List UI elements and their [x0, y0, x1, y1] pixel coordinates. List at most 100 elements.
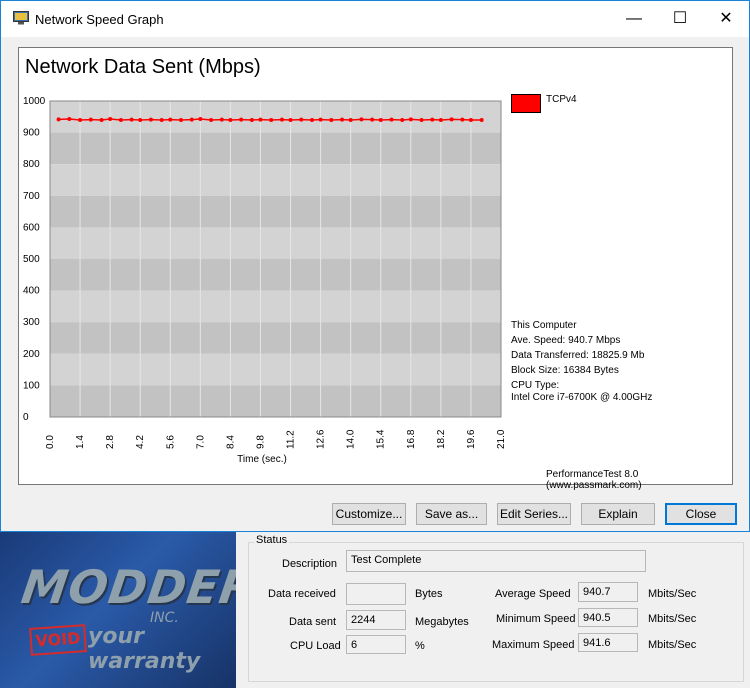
- data-sent-field: 2244: [346, 610, 406, 630]
- data-point: [389, 117, 394, 122]
- data-point: [67, 117, 72, 122]
- data-point: [88, 117, 93, 122]
- edit-series-button[interactable]: Edit Series...: [497, 503, 571, 525]
- cpu-load-label: CPU Load: [290, 640, 341, 652]
- plot-band: [50, 259, 501, 291]
- plot-band: [50, 227, 501, 259]
- x-tick-label: 4.2: [135, 435, 146, 449]
- close-button[interactable]: Close: [665, 503, 737, 525]
- maximum-speed-field: 941.6: [578, 633, 638, 652]
- network-speed-graph-window: Network Speed Graph — ☐ ✕ Network Data S…: [0, 0, 750, 532]
- y-tick-label: 1000: [23, 96, 46, 107]
- x-axis-label: Time (sec.): [237, 454, 287, 465]
- data-received-label: Data received: [268, 588, 336, 600]
- data-point: [479, 117, 484, 122]
- average-speed-unit: Mbits/Sec: [648, 588, 697, 600]
- y-tick-label: 300: [23, 317, 40, 328]
- explain-button[interactable]: Explain: [581, 503, 655, 525]
- data-point: [258, 117, 263, 122]
- data-point: [438, 117, 443, 122]
- description-field: Test Complete: [346, 550, 646, 572]
- x-tick-label: 15.4: [376, 429, 387, 449]
- y-tick-label: 800: [23, 159, 40, 170]
- data-point: [299, 117, 304, 122]
- x-tick-label: 5.6: [165, 435, 176, 449]
- stats-line: Data Transferred: 18825.9 Mb: [511, 350, 645, 361]
- x-tick-label: 9.8: [255, 435, 266, 449]
- speed-chart: 100090080070060050040030020010000.0 1.4 2.…: [23, 96, 507, 465]
- data-point: [460, 117, 465, 122]
- stats-line: Block Size: 16384 Bytes: [511, 365, 619, 376]
- y-tick-label: 700: [23, 191, 40, 202]
- data-point: [468, 117, 473, 122]
- data-point: [189, 117, 194, 122]
- data-point: [430, 117, 435, 122]
- close-window-button[interactable]: ✕: [703, 1, 749, 37]
- data-point: [138, 117, 143, 122]
- data-point: [159, 117, 164, 122]
- data-point: [288, 117, 293, 122]
- cpu-load-field: 6: [346, 635, 406, 654]
- data-point: [179, 117, 184, 122]
- data-point: [359, 117, 364, 122]
- customize-button[interactable]: Customize...: [332, 503, 406, 525]
- y-tick-label: 600: [23, 222, 40, 233]
- x-tick-label: 18.2: [436, 429, 447, 449]
- x-tick-label: 2.8: [105, 435, 116, 449]
- data-point: [310, 117, 315, 122]
- data-sent-label: Data sent: [289, 616, 337, 628]
- x-tick-label: 8.4: [225, 435, 236, 449]
- x-tick-label: 11.2: [286, 430, 297, 449]
- stats-line: This Computer: [511, 320, 577, 331]
- data-point: [408, 117, 413, 122]
- data-point: [129, 117, 134, 122]
- y-tick-label: 200: [23, 349, 40, 360]
- save-as-button[interactable]: Save as...: [416, 503, 487, 525]
- maximize-button[interactable]: ☐: [657, 1, 703, 37]
- x-tick-label: 7.0: [195, 435, 206, 449]
- x-tick-label: 19.6: [466, 429, 477, 449]
- plot-band: [50, 322, 501, 354]
- data-point: [99, 117, 104, 122]
- data-point: [449, 117, 454, 122]
- watermark-void-stamp: VOID: [29, 624, 87, 656]
- average-speed-field: 940.7: [578, 582, 638, 602]
- minimize-button[interactable]: —: [611, 1, 657, 37]
- status-legend: Status: [254, 534, 290, 546]
- x-tick-label: 0.0: [45, 435, 56, 449]
- x-tick-label: 16.8: [406, 429, 417, 449]
- window-title: Network Speed Graph: [35, 12, 164, 27]
- minimum-speed-label: Minimum Speed: [496, 613, 576, 625]
- graph-panel: Network Data Sent (Mbps) 1000 900 800 700 60…: [18, 47, 733, 491]
- watermark-tagline: your warranty: [88, 624, 201, 674]
- data-point: [108, 117, 113, 122]
- data-point: [279, 117, 284, 122]
- plot-band: [50, 385, 501, 417]
- title-bar[interactable]: Network Speed Graph — ☐ ✕: [1, 1, 749, 37]
- test-stats: This Computer Ave. Speed: 940.7 Mbps Dat…: [511, 318, 652, 404]
- plot-band: [50, 195, 501, 228]
- data-point: [269, 117, 274, 122]
- y-tick-label: 500: [23, 254, 40, 265]
- data-point: [329, 117, 334, 122]
- y-tick-label: 400: [23, 286, 40, 297]
- stats-line: Intel Core i7-6700K @ 4.00GHz: [511, 392, 653, 403]
- minimum-speed-field: 940.5: [578, 608, 638, 627]
- data-point: [198, 117, 203, 122]
- y-tick-label: 100: [23, 380, 40, 391]
- data-point: [209, 117, 214, 122]
- average-speed-label: Average Speed: [495, 588, 571, 600]
- data-point: [318, 117, 323, 122]
- x-tick-label: 12.6: [316, 429, 327, 449]
- x-tick-label: 14.0: [346, 429, 357, 449]
- data-point: [168, 117, 173, 122]
- data-sent-unit: Megabytes: [415, 616, 469, 628]
- data-point: [228, 117, 233, 122]
- data-point: [400, 117, 405, 122]
- footer-note: PerformanceTest 8.0 (www.passmark.com): [546, 469, 642, 491]
- y-tick-label: 0: [23, 412, 29, 423]
- data-point: [370, 117, 375, 122]
- data-point: [56, 117, 61, 122]
- data-point: [340, 117, 345, 122]
- data-point: [419, 117, 424, 122]
